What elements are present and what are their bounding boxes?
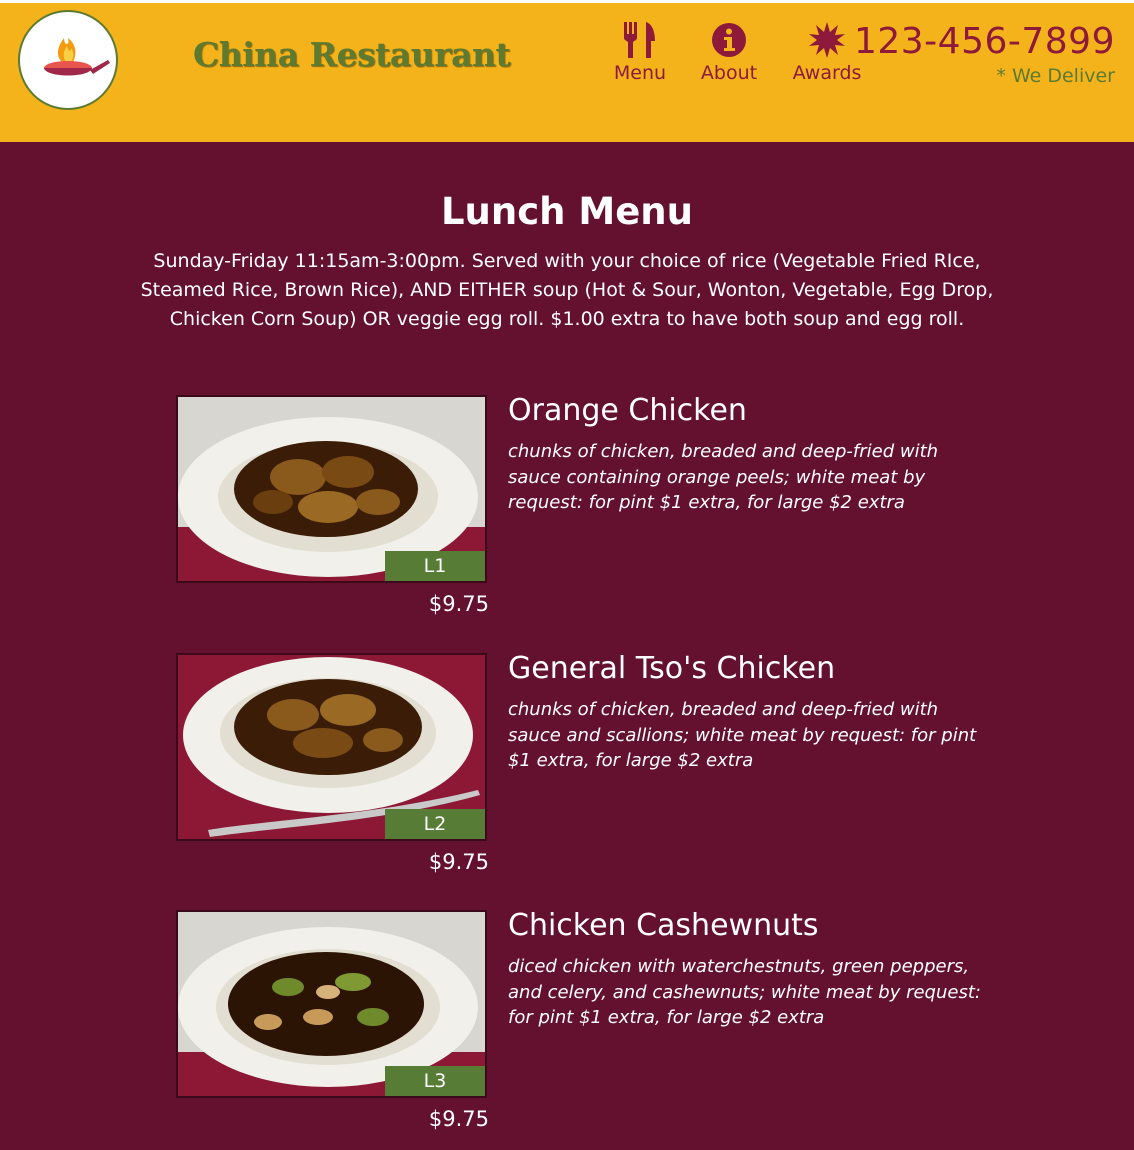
logo[interactable] [18,10,118,110]
flaming-pan-icon [44,38,110,76]
item-price: $9.75 [428,850,489,874]
starburst-icon [809,22,845,58]
dish-photo[interactable]: L3 [176,910,487,1098]
item-code-badge: L3 [385,1066,485,1096]
item-code-badge: L2 [385,809,485,839]
item-description: chunks of chicken, breaded and deep-frie… [508,441,939,513]
item-description: diced chicken with waterchestnuts, green… [508,956,981,1028]
utensils-icon [624,22,655,58]
item-name[interactable]: Orange Chicken [508,393,747,428]
menu-item: L2 $9.75 General Tso's Chicken chunks of… [176,651,996,893]
brand-name[interactable]: China Restaurant [193,35,511,74]
item-name[interactable]: General Tso's Chicken [508,651,835,686]
item-code-badge: L1 [385,551,485,581]
site-header: China Restaurant Menu About Awards 123-4… [0,3,1134,142]
nav-about[interactable]: About [698,21,760,84]
dish-photo[interactable]: L1 [176,395,487,583]
phone-number[interactable]: 123-456-7899 [854,21,1115,62]
menu-item: L1 $9.75 Orange Chicken chunks of chicke… [176,393,996,635]
lunch-intro: Sunday-Friday 11:15am-3:00pm. Served wit… [140,250,994,330]
info-icon [712,23,746,57]
nav-awards-label: Awards [792,62,862,84]
item-price: $9.75 [428,1107,489,1131]
nav-awards[interactable]: Awards [790,21,864,84]
item-price: $9.75 [428,592,489,616]
nav-about-label: About [700,62,758,84]
item-description: chunks of chicken, breaded and deep-frie… [508,699,977,771]
nav-menu-label: Menu [613,62,667,84]
page-title: Lunch Menu [440,190,693,233]
menu-item: L3 $9.75 Chicken Cashewnuts diced chicke… [176,908,996,1150]
nav-menu[interactable]: Menu [612,21,668,84]
dish-photo[interactable]: L2 [176,653,487,841]
delivery-note: * We Deliver [996,65,1115,87]
item-name[interactable]: Chicken Cashewnuts [508,908,819,943]
